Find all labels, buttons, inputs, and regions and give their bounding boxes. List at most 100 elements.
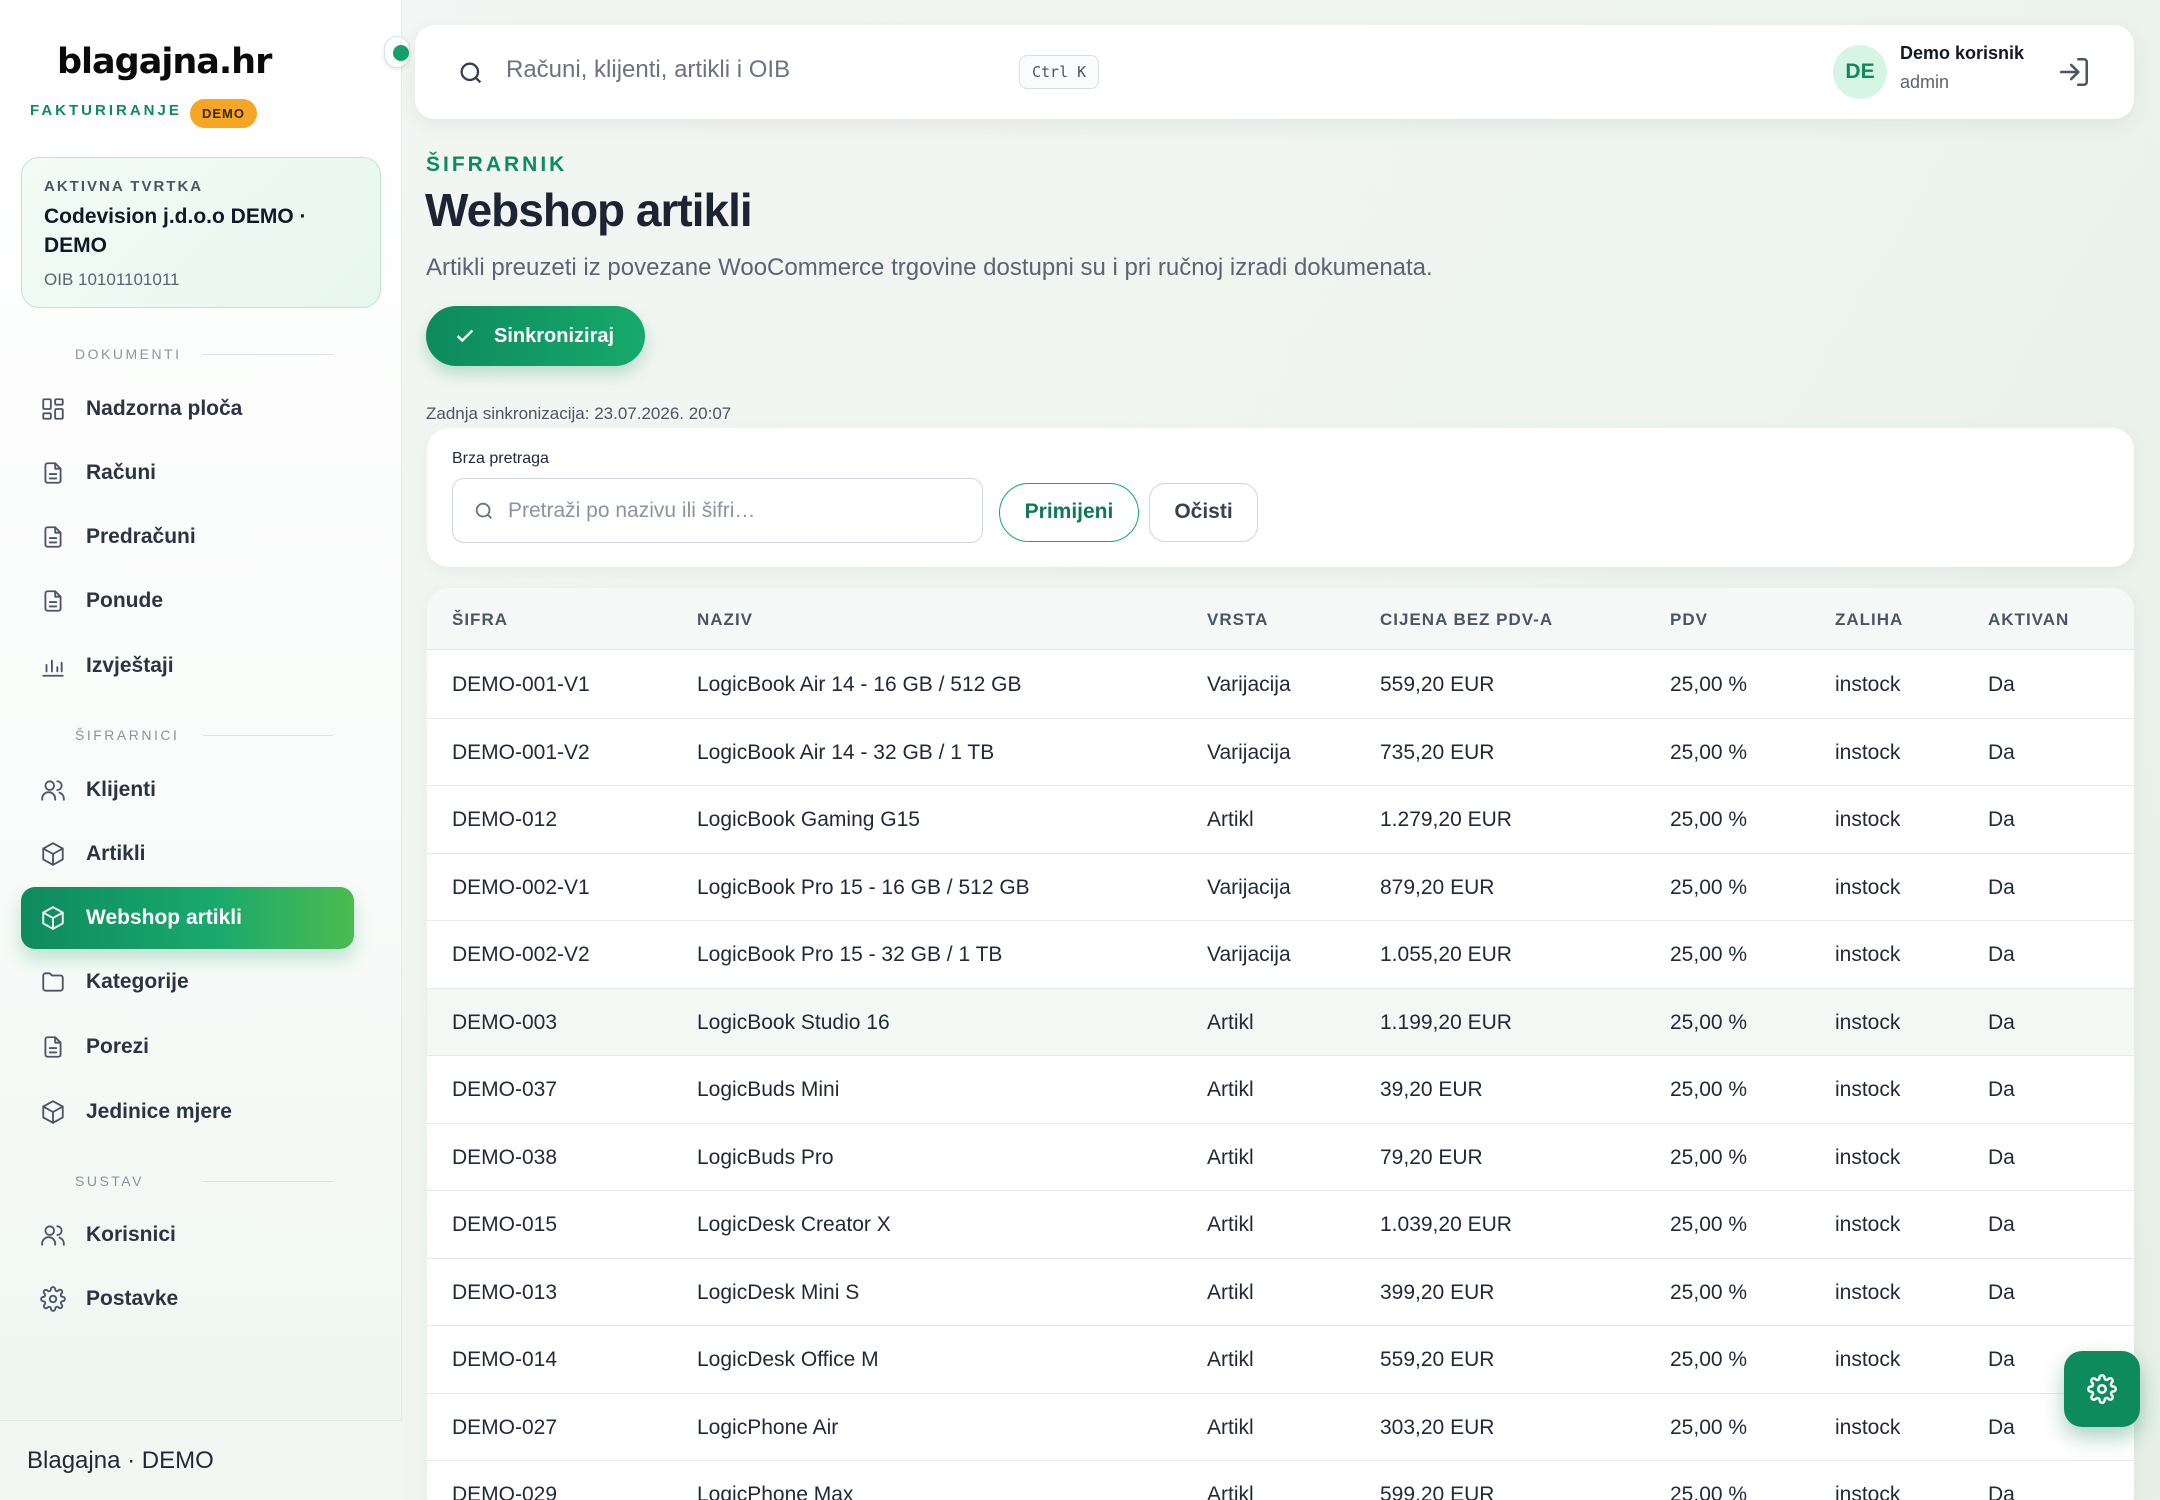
- cell-sifra: DEMO-027: [452, 1415, 558, 1439]
- cell-pdv: 25,00 %: [1670, 1415, 1748, 1439]
- sidebar-item-label: Nadzorna ploča: [86, 397, 243, 420]
- column-header-naziv[interactable]: NAZIV: [697, 610, 753, 630]
- dashboard-icon: [39, 395, 67, 423]
- cell-naziv: LogicPhone Air: [697, 1415, 839, 1439]
- demo-badge: DEMO: [190, 99, 257, 128]
- cell-aktivan: Da: [1988, 1415, 2015, 1439]
- cell-pdv: 25,00 %: [1670, 1010, 1748, 1034]
- user-role: admin: [1900, 72, 1950, 92]
- sidebar-item-izvjestaji[interactable]: Izvještaji: [21, 635, 354, 697]
- cell-cijena: 559,20 EUR: [1380, 1348, 1495, 1371]
- table-row[interactable]: DEMO-027 LogicPhone Air Artikl 303,20 EUR 25…: [427, 1394, 2134, 1461]
- sidebar-item-label: Predračuni: [86, 525, 196, 548]
- column-header-vrsta[interactable]: VRSTA: [1207, 610, 1268, 630]
- cell-naziv: LogicBook Air 14 - 32 GB / 1 TB: [697, 740, 995, 764]
- quick-search-label: Brza pretraga: [452, 450, 549, 467]
- sidebar-item-artikli[interactable]: Artikli: [21, 823, 354, 885]
- sidebar-item-predracuni[interactable]: Predračuni: [21, 506, 354, 568]
- cell-vrsta: Varijacija: [1207, 740, 1291, 764]
- sidebar-item-label: Izvještaji: [86, 654, 174, 677]
- table-row[interactable]: DEMO-015 LogicDesk Creator X Artikl 1.039,2…: [427, 1191, 2134, 1259]
- global-search-input[interactable]: Računi, klijenti, artikli i OIB: [506, 56, 790, 84]
- users-icon: [39, 776, 67, 804]
- cell-aktivan: Da: [1988, 1280, 2015, 1304]
- cell-zaliha: instock: [1835, 808, 1901, 831]
- search-icon[interactable]: [457, 59, 485, 87]
- sidebar-item-porezi[interactable]: Porezi: [21, 1016, 354, 1078]
- table-row[interactable]: DEMO-037 LogicBuds Mini Artikl 39,20 EUR 25,…: [427, 1056, 2134, 1124]
- cell-vrsta: Artikl: [1207, 1213, 1254, 1236]
- table-row[interactable]: DEMO-002-V1 LogicBook Pro 15 - 16 GB / 51…: [427, 854, 2134, 921]
- column-header-sifra[interactable]: ŠIFRA: [452, 610, 508, 630]
- cell-naziv: LogicBook Pro 15 - 16 GB / 512 GB: [697, 875, 1030, 899]
- cell-pdv: 25,00 %: [1670, 673, 1748, 696]
- cell-vrsta: Varijacija: [1207, 673, 1291, 696]
- active-company-card[interactable]: AKTIVNA TVRTKA Codevision j.d.o.o DEMO ·…: [21, 157, 381, 308]
- sidebar-item-klijenti[interactable]: Klijenti: [21, 759, 354, 821]
- cell-zaliha: instock: [1835, 1280, 1901, 1304]
- brand-logo[interactable]: blagajna.hr: [57, 42, 272, 82]
- sync-button[interactable]: Sinkroniziraj: [426, 306, 645, 366]
- table-row[interactable]: DEMO-012 LogicBook Gaming G15 Artikl 1.279,…: [427, 786, 2134, 854]
- table-row[interactable]: DEMO-038 LogicBuds Pro Artikl 79,20 EUR 25,0…: [427, 1124, 2134, 1191]
- quick-search-input[interactable]: Pretraži po nazivu ili šifri…: [452, 478, 983, 543]
- table-row[interactable]: DEMO-003 LogicBook Studio 16 Artikl 1.199,2…: [427, 988, 2134, 1056]
- sidebar-item-kategorije[interactable]: Kategorije: [21, 951, 354, 1013]
- sidebar-item-dashboard[interactable]: Nadzorna ploča: [21, 378, 354, 440]
- sidebar-item-webshop-artikli[interactable]: Webshop artikli: [21, 887, 354, 949]
- check-icon: [456, 329, 474, 343]
- nav-section-label: ŠIFRARNICI: [75, 727, 180, 743]
- table-row[interactable]: DEMO-013 LogicDesk Mini S Artikl 399,20 EUR…: [427, 1259, 2134, 1326]
- last-sync-text: Zadnja sinkronizacija: 23.07.2026. 20:07: [426, 404, 732, 423]
- cell-sifra: DEMO-029: [452, 1483, 558, 1500]
- cell-cijena: 1.199,20 EUR: [1380, 1010, 1512, 1034]
- cell-naziv: LogicBook Studio 16: [697, 1010, 890, 1034]
- cell-cijena: 1.055,20 EUR: [1380, 943, 1512, 966]
- cell-vrsta: Artikl: [1207, 1348, 1254, 1371]
- cell-naziv: LogicBuds Mini: [697, 1078, 840, 1101]
- sync-button-label: Sinkroniziraj: [494, 324, 615, 347]
- logout-icon[interactable]: [2057, 55, 2091, 89]
- cell-cijena: 399,20 EUR: [1380, 1280, 1495, 1304]
- sidebar-item-korisnici[interactable]: Korisnici: [21, 1204, 354, 1266]
- cell-zaliha: instock: [1835, 1348, 1901, 1371]
- avatar[interactable]: DE: [1833, 45, 1887, 99]
- cell-aktivan: Da: [1988, 1483, 2015, 1500]
- table-header: ŠIFRA NAZIV VRSTA CIJENA BEZ PDV-A PDV Z…: [427, 588, 2134, 650]
- cell-cijena: 303,20 EUR: [1380, 1415, 1495, 1439]
- sidebar-item-label: Korisnici: [86, 1223, 176, 1246]
- cell-cijena: 559,20 EUR: [1380, 673, 1495, 696]
- cell-naziv: LogicBook Gaming G15: [697, 808, 920, 831]
- cell-vrsta: Artikl: [1207, 808, 1254, 831]
- sidebar-footer: Blagajna · DEMO: [0, 1420, 402, 1500]
- column-header-zaliha[interactable]: ZALIHA: [1835, 610, 1903, 630]
- cell-aktivan: Da: [1988, 875, 2015, 899]
- sidebar-item-jedinice-mjere[interactable]: Jedinice mjere: [21, 1081, 354, 1143]
- nav-section-codebooks: ŠIFRARNICI: [75, 727, 333, 743]
- column-header-pdv[interactable]: PDV: [1670, 610, 1708, 630]
- cell-pdv: 25,00 %: [1670, 740, 1748, 764]
- column-header-cijena[interactable]: CIJENA BEZ PDV-A: [1380, 610, 1553, 630]
- sidebar-item-postavke[interactable]: Postavke: [21, 1268, 354, 1330]
- sidebar-collapse-button[interactable]: [384, 36, 410, 68]
- clear-button[interactable]: Očisti: [1149, 483, 1258, 542]
- cell-cijena: 599,20 EUR: [1380, 1483, 1495, 1500]
- cell-zaliha: instock: [1835, 1483, 1901, 1500]
- cell-zaliha: instock: [1835, 1213, 1901, 1236]
- cell-cijena: 79,20 EUR: [1380, 1145, 1483, 1169]
- table-row[interactable]: DEMO-001-V2 LogicBook Air 14 - 32 GB / 1 …: [427, 719, 2134, 786]
- document-icon: [39, 523, 67, 551]
- table-row[interactable]: DEMO-029 LogicPhone Max Artikl 599,20 EUR 25…: [427, 1461, 2134, 1500]
- table-row[interactable]: DEMO-002-V2 LogicBook Pro 15 - 32 GB / 1 …: [427, 921, 2134, 989]
- apply-button[interactable]: Primijeni: [999, 483, 1139, 542]
- cell-sifra: DEMO-002-V1: [452, 875, 590, 899]
- sidebar-item-racuni[interactable]: Računi: [21, 442, 354, 504]
- sidebar-item-ponude[interactable]: Ponude: [21, 570, 354, 632]
- cell-pdv: 25,00 %: [1670, 875, 1748, 899]
- column-header-aktivan[interactable]: AKTIVAN: [1988, 610, 2069, 630]
- table-row[interactable]: DEMO-014 LogicDesk Office M Artikl 559,20 E…: [427, 1326, 2134, 1394]
- cell-pdv: 25,00 %: [1670, 1280, 1748, 1304]
- settings-fab-button[interactable]: [2064, 1351, 2140, 1427]
- table-row[interactable]: DEMO-001-V1 LogicBook Air 14 - 16 GB / 51…: [427, 651, 2134, 719]
- sidebar-item-label: Računi: [86, 461, 157, 484]
